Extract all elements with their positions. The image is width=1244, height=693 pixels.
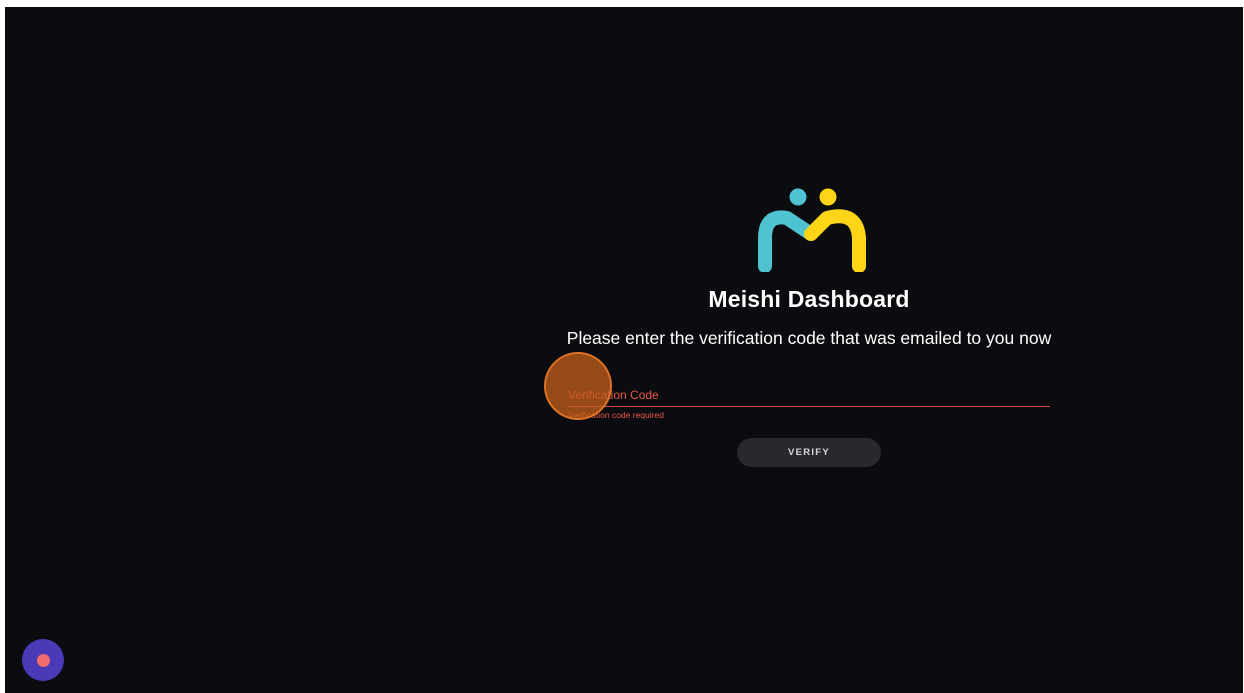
floating-action-button[interactable]	[22, 639, 64, 681]
verification-code-field[interactable]	[568, 384, 1050, 407]
page-title: Meishi Dashboard	[708, 286, 910, 312]
verification-code-error: Verification code required	[568, 410, 664, 420]
verification-page: Meishi Dashboard Please enter the verifi…	[5, 7, 1243, 693]
app-viewport: Meishi Dashboard Please enter the verifi…	[5, 7, 1243, 693]
meishi-logo-icon	[758, 188, 866, 272]
verification-code-input[interactable]	[568, 384, 1050, 406]
verify-button[interactable]: VERIFY	[737, 438, 881, 467]
verification-prompt: Please enter the verification code that …	[566, 328, 1052, 348]
record-dot-icon	[36, 653, 50, 667]
